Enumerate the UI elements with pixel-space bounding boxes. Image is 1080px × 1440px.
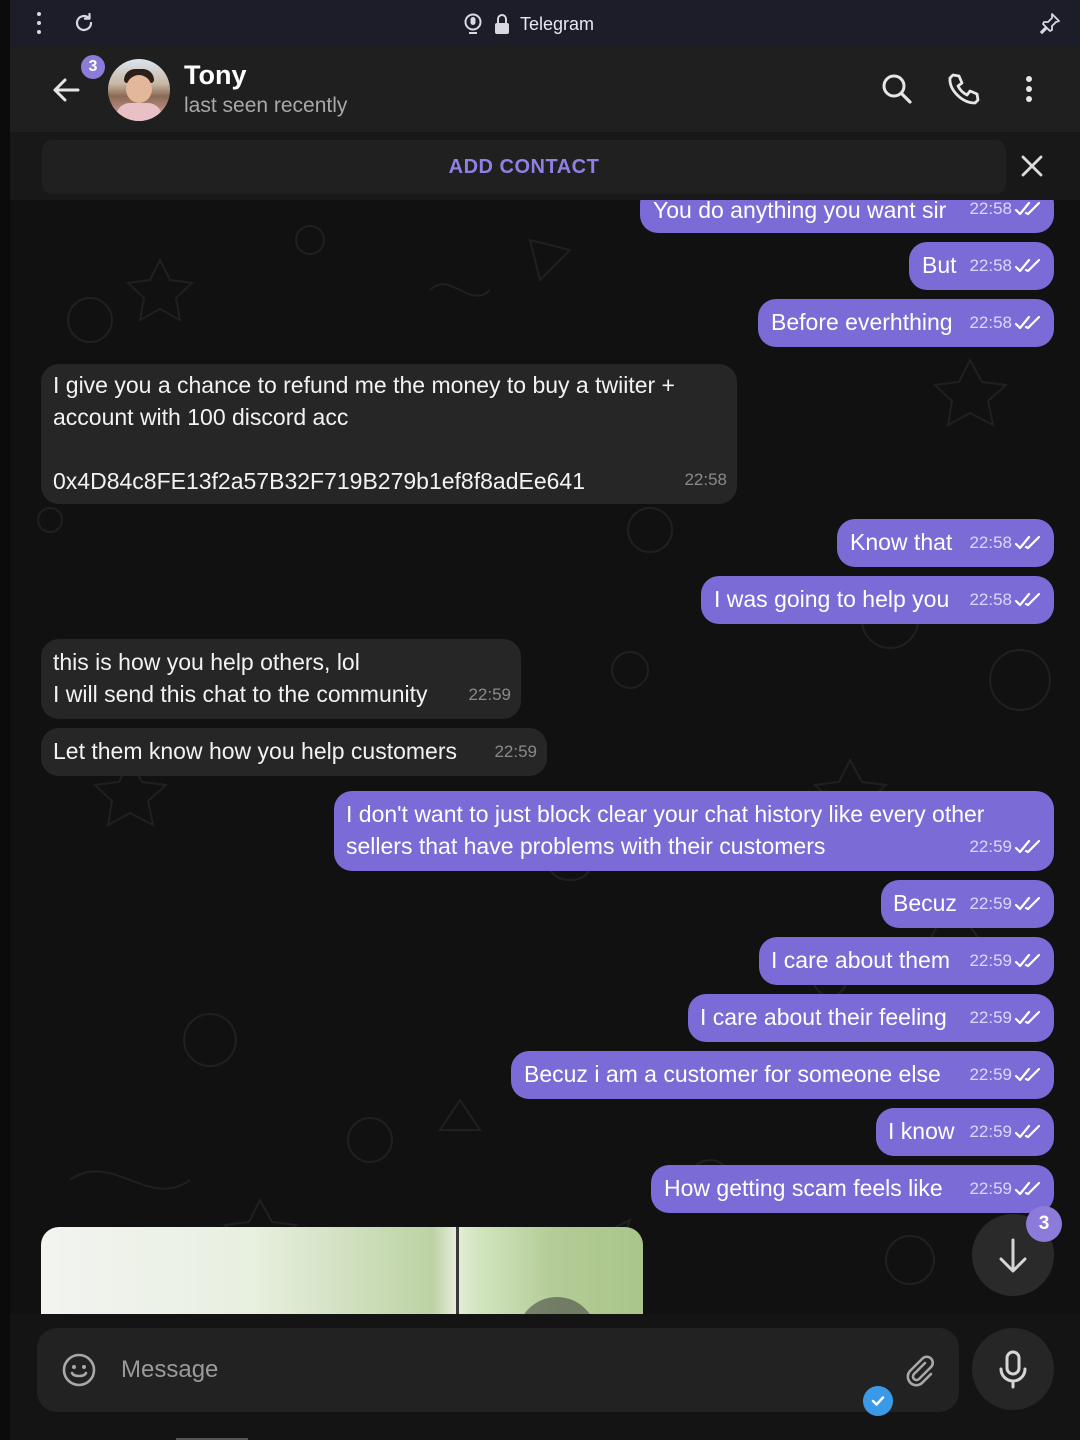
double-check-icon (1014, 1010, 1041, 1025)
double-check-icon (1014, 315, 1041, 330)
message-text: I don't want to just block clear your ch… (346, 801, 985, 859)
message-time: 22:59 (969, 1008, 1012, 1027)
message-bubble-outgoing[interactable]: Know that 22:58 (837, 519, 1054, 567)
telegram-window: Telegram 3 Tony last seen recently ADD C… (10, 0, 1080, 1440)
double-check-icon (1014, 201, 1041, 216)
emoji-icon[interactable] (61, 1352, 97, 1388)
menu-dots-icon[interactable] (34, 12, 44, 34)
message-bubble-outgoing[interactable]: Before everhthing 22:58 (758, 299, 1054, 347)
message-time: 22:58 (969, 200, 1012, 218)
address-bar[interactable]: Telegram (462, 11, 594, 37)
media-message-preview[interactable] (41, 1227, 643, 1314)
double-check-icon (1014, 1181, 1041, 1196)
double-check-icon (1014, 839, 1041, 854)
message-bubble-incoming[interactable]: Let them know how you help customers 22:… (41, 728, 547, 776)
message-bubble-outgoing[interactable]: But 22:58 (909, 242, 1054, 290)
message-text: this is how you help others, lol I will … (53, 649, 428, 707)
message-time: 22:59 (494, 742, 537, 761)
phone-icon[interactable] (944, 70, 982, 108)
message-time: 22:59 (969, 837, 1012, 856)
message-bubble-outgoing[interactable]: Becuz 22:59 (881, 880, 1054, 928)
message-time: 22:59 (969, 1122, 1012, 1141)
message-bubble-outgoing[interactable]: I know 22:59 (876, 1108, 1054, 1156)
contact-name[interactable]: Tony (184, 60, 247, 91)
close-icon[interactable] (1018, 152, 1046, 180)
message-bubble-outgoing[interactable]: I care about their feeling 22:59 (688, 994, 1054, 1042)
message-bubble-outgoing[interactable]: I care about them 22:59 (759, 937, 1054, 985)
message-input[interactable] (121, 1348, 721, 1392)
avatar[interactable] (108, 59, 170, 121)
message-list[interactable]: You do anything you want sir 22:58 But 2… (10, 200, 1080, 1314)
message-text: Let them know how you help customers (53, 738, 457, 764)
contact-status: last seen recently (184, 94, 348, 117)
camera-mic-icon (464, 13, 482, 34)
media-play-button[interactable] (517, 1297, 597, 1314)
media-divider (456, 1227, 459, 1314)
microphone-icon (999, 1350, 1027, 1389)
microphone-button[interactable] (972, 1328, 1054, 1410)
message-time: 22:59 (969, 1065, 1012, 1084)
search-icon[interactable] (878, 70, 916, 108)
double-check-icon (1014, 953, 1041, 968)
double-check-icon (1014, 258, 1041, 273)
message-time: 22:59 (969, 894, 1012, 913)
unread-count-badge: 3 (79, 53, 107, 81)
add-contact-button[interactable]: ADD CONTACT (42, 140, 1006, 194)
browser-toolbar: Telegram (10, 0, 1080, 46)
message-bubble-incoming[interactable]: I give you a chance to refund me the mon… (41, 364, 737, 504)
add-contact-bar: ADD CONTACT (10, 132, 1080, 200)
message-text[interactable]: I give you a chance to refund me the mon… (53, 369, 737, 497)
more-vertical-icon[interactable] (1010, 70, 1048, 108)
double-check-icon (1014, 896, 1041, 911)
message-bubble-outgoing[interactable]: I was going to help you 22:58 (701, 576, 1054, 624)
message-time: 22:58 (969, 590, 1012, 609)
message-field[interactable] (37, 1328, 959, 1416)
page-title: Telegram (520, 13, 595, 34)
message-bubble-outgoing[interactable]: Becuz i am a customer for someone else 2… (511, 1051, 1054, 1099)
double-check-icon (1014, 1124, 1041, 1139)
message-time: 22:59 (969, 1179, 1012, 1198)
message-bubble-incoming[interactable]: this is how you help others, lol I will … (41, 639, 521, 719)
message-time: 22:58 (684, 470, 727, 489)
lock-icon (495, 14, 509, 34)
double-check-icon (1014, 1067, 1041, 1082)
message-time: 22:58 (969, 533, 1012, 552)
message-composer (10, 1314, 1080, 1440)
checkmark-badge-icon (863, 1386, 893, 1416)
reload-icon[interactable] (72, 11, 96, 35)
chat-header: 3 Tony last seen recently (10, 46, 1080, 132)
message-time: 22:59 (468, 685, 511, 704)
attach-icon[interactable] (901, 1352, 937, 1388)
message-time: 22:58 (969, 313, 1012, 332)
message-bubble-outgoing[interactable]: You do anything you want sir 22:58 (640, 200, 1054, 233)
message-bubble-outgoing[interactable]: I don't want to just block clear your ch… (334, 791, 1054, 871)
pin-icon[interactable] (1038, 11, 1062, 35)
message-bubble-outgoing[interactable]: How getting scam feels like 22:59 (651, 1165, 1054, 1213)
double-check-icon (1014, 592, 1041, 607)
message-time: 22:58 (969, 256, 1012, 275)
scroll-unread-badge: 3 (1026, 1206, 1062, 1242)
back-arrow-icon[interactable] (46, 70, 86, 110)
message-time: 22:59 (969, 951, 1012, 970)
double-check-icon (1014, 535, 1041, 550)
